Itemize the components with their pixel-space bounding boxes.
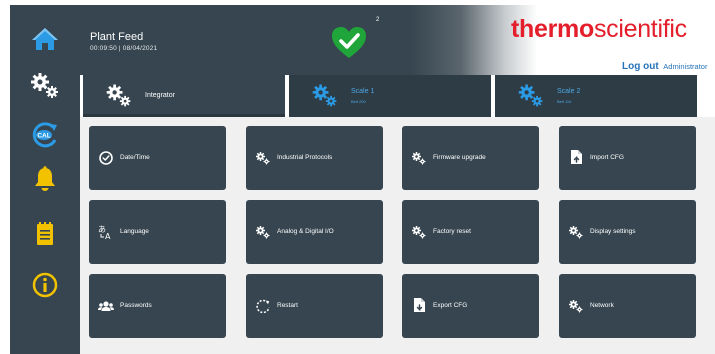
tile-factory-reset[interactable]: Factory reset bbox=[402, 200, 539, 264]
tab-label: Scale 1 bbox=[351, 88, 375, 95]
brand-text-scientific: scientific bbox=[593, 15, 687, 43]
app-window: CAL Plant Feed 00:09:50 | 08/04/2021 2 t… bbox=[0, 0, 715, 354]
restart-icon bbox=[256, 299, 270, 314]
tile-label: Export CFG bbox=[433, 302, 468, 309]
tile-label: Passwords bbox=[120, 302, 152, 309]
gears-icon bbox=[31, 73, 58, 98]
file-import-icon bbox=[571, 150, 582, 164]
tile-label: Analog & Digital I/O bbox=[277, 228, 334, 235]
info-icon bbox=[32, 272, 58, 298]
tile-analog-digital-io[interactable]: Analog & Digital I/O bbox=[246, 200, 383, 264]
sidebar-item-calibration[interactable]: CAL bbox=[10, 110, 80, 160]
tile-network[interactable]: Network bbox=[559, 274, 696, 338]
tile-label: Firmware upgrade bbox=[433, 154, 486, 161]
tile-label: Restart bbox=[277, 302, 298, 309]
home-icon bbox=[32, 28, 58, 50]
tile-display-settings[interactable]: Display settings bbox=[559, 200, 696, 264]
bell-icon bbox=[35, 166, 55, 191]
gears-icon bbox=[569, 300, 583, 313]
tab-scale-1[interactable]: Scale 1 Belt 200 bbox=[289, 75, 491, 117]
tab-sublabel: Belt 110 bbox=[557, 99, 572, 104]
page-title: Plant Feed bbox=[90, 31, 144, 43]
gears-icon bbox=[106, 84, 131, 107]
gears-icon bbox=[569, 226, 583, 239]
sidebar-item-info[interactable] bbox=[10, 260, 80, 310]
tab-sublabel: Belt 200 bbox=[351, 99, 366, 104]
gears-icon bbox=[518, 84, 543, 107]
tile-label: Language bbox=[120, 228, 149, 235]
gears-icon bbox=[412, 226, 426, 239]
users-icon bbox=[98, 301, 114, 311]
gears-icon bbox=[256, 226, 270, 239]
settings-grid: Date/Time Industrial Protocols Firmware … bbox=[80, 117, 715, 354]
tab-scale-2[interactable]: Scale 2 Belt 110 bbox=[495, 75, 697, 117]
sidebar-item-reports[interactable] bbox=[10, 209, 80, 259]
sidebar: CAL bbox=[10, 5, 80, 354]
brand-logo: thermoscientific bbox=[511, 15, 687, 44]
sidebar-item-alarms[interactable] bbox=[10, 154, 80, 204]
file-export-icon bbox=[414, 298, 425, 312]
svg-text:CAL: CAL bbox=[37, 133, 50, 140]
header-bar: Plant Feed 00:09:50 | 08/04/2021 2 therm… bbox=[80, 5, 715, 75]
timestamp: 00:09:50 | 08/04/2021 bbox=[90, 45, 158, 52]
gears-icon bbox=[312, 84, 337, 107]
tile-language[interactable]: あ A Language bbox=[89, 200, 226, 264]
health-status-button[interactable] bbox=[331, 25, 367, 61]
tile-restart[interactable]: Restart bbox=[246, 274, 383, 338]
logout-area: Log out Administrator bbox=[622, 61, 707, 72]
tile-label: Factory reset bbox=[433, 228, 471, 235]
notepad-icon bbox=[37, 222, 53, 245]
language-icon: あ A bbox=[98, 225, 111, 240]
brand-text-thermo: thermo bbox=[511, 15, 594, 43]
tile-label: Import CFG bbox=[590, 154, 624, 161]
gears-icon bbox=[256, 152, 270, 165]
tile-label: Date/Time bbox=[120, 154, 150, 161]
tile-label: Network bbox=[590, 302, 614, 309]
tab-label: Integrator bbox=[145, 92, 175, 99]
svg-text:A: A bbox=[105, 232, 111, 240]
tab-label: Scale 2 bbox=[557, 88, 581, 95]
tile-firmware-upgrade[interactable]: Firmware upgrade bbox=[402, 126, 539, 190]
user-role: Administrator bbox=[663, 62, 708, 71]
tile-industrial-protocols[interactable]: Industrial Protocols bbox=[246, 126, 383, 190]
sidebar-item-home[interactable] bbox=[10, 14, 80, 64]
sidebar-item-settings[interactable] bbox=[10, 60, 80, 110]
logout-link[interactable]: Log out bbox=[622, 61, 659, 72]
gears-icon bbox=[412, 152, 426, 165]
alert-count-badge: 2 bbox=[376, 17, 380, 23]
tab-integrator[interactable]: Integrator bbox=[83, 75, 285, 117]
tile-import-cfg[interactable]: Import CFG bbox=[559, 126, 696, 190]
tile-passwords[interactable]: Passwords bbox=[89, 274, 226, 338]
heart-check-icon bbox=[332, 27, 366, 58]
tile-label: Industrial Protocols bbox=[277, 154, 333, 161]
cal-icon: CAL bbox=[32, 122, 57, 148]
tile-export-cfg[interactable]: Export CFG bbox=[402, 274, 539, 338]
tile-date-time[interactable]: Date/Time bbox=[89, 126, 226, 190]
tile-label: Display settings bbox=[590, 228, 636, 235]
clock-check-icon bbox=[99, 151, 113, 165]
